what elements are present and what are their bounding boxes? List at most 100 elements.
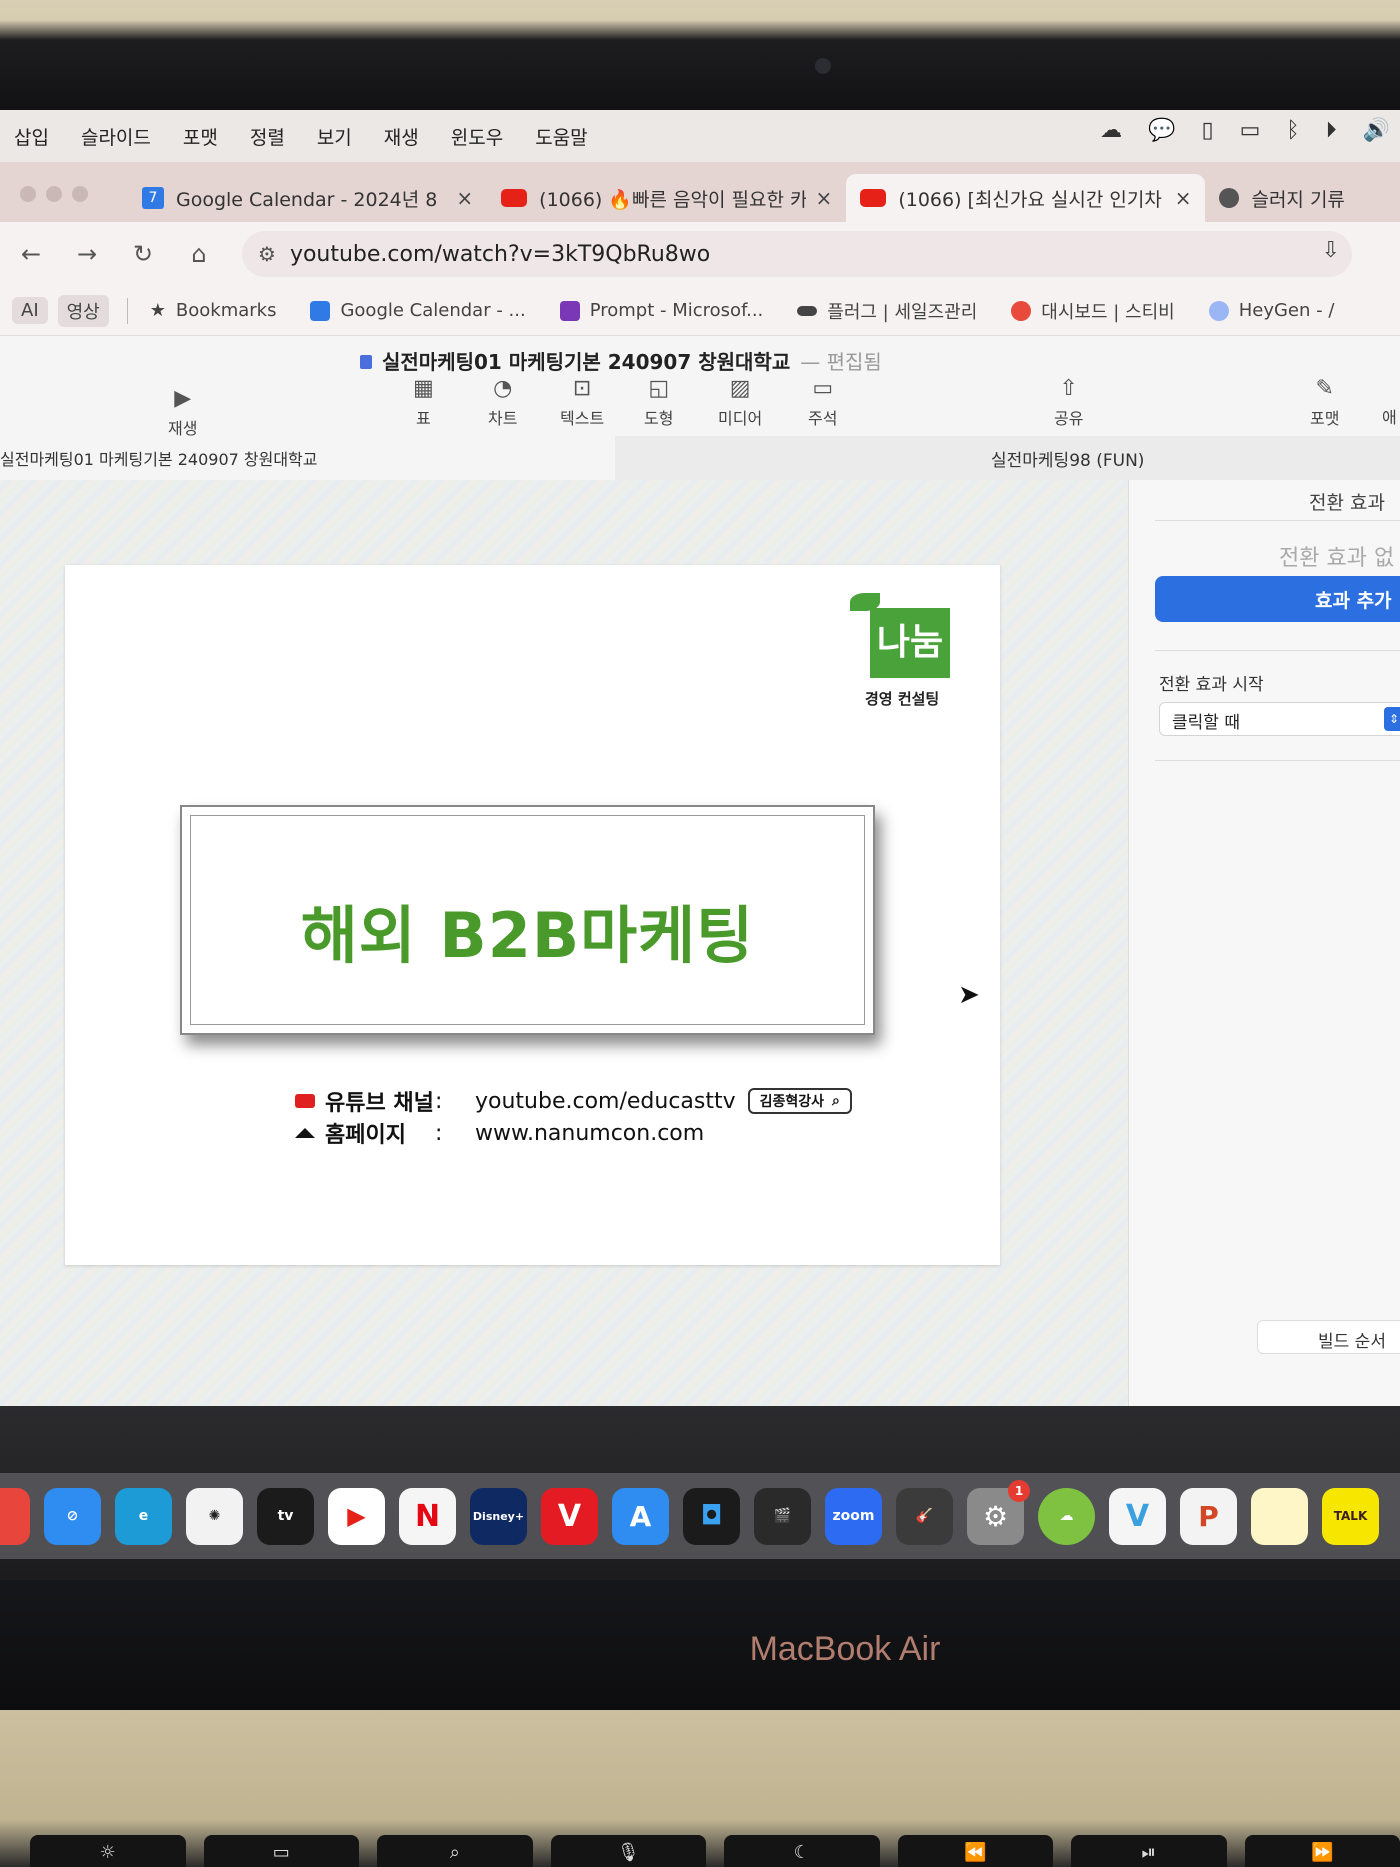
chrome-icon[interactable] bbox=[0, 1487, 30, 1545]
rewind-key-icon: ⏪ bbox=[897, 1835, 1053, 1867]
tving-icon[interactable]: V bbox=[541, 1487, 598, 1545]
display-icon[interactable]: ▭ bbox=[1240, 118, 1261, 143]
youtube-icon bbox=[501, 189, 528, 207]
reload-icon[interactable]: ↻ bbox=[130, 240, 156, 268]
format-button[interactable]: ✎ 포맷 bbox=[1310, 376, 1339, 429]
youtube-row: 유튜브 채널 : youtube.com/educasttv 김종혁강사 ⌕ bbox=[295, 1085, 852, 1117]
garageband-icon[interactable]: 🎸 bbox=[896, 1487, 953, 1545]
document-tab-current[interactable]: 실전마케팅01 마케팅기본 240907 창원대학교 bbox=[0, 436, 615, 480]
calendar-icon: 7 bbox=[142, 187, 164, 209]
youtube-icon bbox=[860, 189, 887, 207]
home-icon[interactable]: ⌂ bbox=[186, 240, 212, 268]
back-icon[interactable]: ← bbox=[18, 240, 44, 268]
share-button[interactable]: ⇧ 공유 bbox=[1054, 376, 1083, 429]
play-icon: ▶ bbox=[174, 386, 192, 411]
site-settings-icon[interactable]: ⚙ bbox=[258, 242, 276, 266]
disney-plus-icon[interactable]: Disney+ bbox=[470, 1487, 527, 1545]
text-button[interactable]: ⊡ 텍스트 bbox=[560, 376, 604, 429]
bookmark-bookmarks[interactable]: ★ Bookmarks bbox=[150, 300, 277, 321]
menu-window[interactable]: 윈도우 bbox=[451, 123, 503, 150]
chart-icon: ◔ bbox=[493, 376, 513, 401]
laptop-brand: MacBook Air bbox=[749, 1630, 941, 1668]
document-tabs: 실전마케팅01 마케팅기본 240907 창원대학교 실전마케팅98 (FUN) bbox=[0, 436, 1400, 480]
dock: ⊘ e ✺ tv ▶ N Disney+ V A ◘ 🎬 zoom 🎸 ⚙ 1 ☁… bbox=[0, 1473, 1400, 1559]
browser-tab-bar: 7 Google Calendar - 2024년 8 × (1066) 🔥빠른… bbox=[0, 162, 1400, 222]
youtube-icon[interactable]: ▶ bbox=[328, 1487, 385, 1545]
zoom-icon[interactable]: zoom bbox=[825, 1487, 882, 1545]
menu-insert[interactable]: 삽입 bbox=[14, 123, 49, 150]
close-window-icon[interactable] bbox=[20, 186, 36, 202]
table-button[interactable]: ▦ 표 bbox=[413, 376, 434, 429]
keynote-toolbar: ▶ 재생 ▦ 표 ◔ 차트 ⊡ 텍스트 ◱ 도형 ▨ 미디어 ▭ 주석 ⇧ 공유… bbox=[0, 376, 1400, 439]
forward-icon[interactable]: → bbox=[74, 240, 100, 268]
chatgpt-icon[interactable]: ✺ bbox=[186, 1487, 243, 1545]
slide[interactable]: 나눔 경영 컨설팅 해외 B2B마케팅 유튜브 채널 : youtube.com… bbox=[65, 565, 1000, 1265]
colon: : bbox=[435, 1088, 443, 1114]
tab-google-calendar[interactable]: 7 Google Calendar - 2024년 8 × bbox=[128, 174, 487, 222]
ddrive-icon[interactable]: ☁ bbox=[1038, 1487, 1095, 1545]
apple-tv-icon[interactable]: tv bbox=[257, 1487, 314, 1545]
build-order-button[interactable]: 빌드 순서 bbox=[1257, 1320, 1400, 1354]
close-icon[interactable]: × bbox=[816, 186, 833, 210]
safari-icon[interactable]: ⊘ bbox=[44, 1487, 101, 1545]
title-box[interactable]: 해외 B2B마케팅 bbox=[180, 805, 875, 1035]
contact-info: 유튜브 채널 : youtube.com/educasttv 김종혁강사 ⌕ 홈페… bbox=[295, 1085, 852, 1149]
volume-icon[interactable]: 🔊 bbox=[1363, 118, 1390, 143]
close-icon[interactable]: × bbox=[1175, 186, 1192, 210]
notes-icon[interactable] bbox=[1251, 1487, 1308, 1545]
divider bbox=[1155, 520, 1400, 521]
comment-button[interactable]: ▭ 주석 bbox=[808, 376, 837, 429]
install-app-icon[interactable]: ⇩ bbox=[1322, 238, 1340, 263]
bookmark-chip-ai[interactable]: AI bbox=[12, 297, 48, 324]
homepage-row: 홈페이지 : www.nanumcon.com bbox=[295, 1117, 852, 1149]
kakaotalk-icon[interactable]: TALK bbox=[1322, 1487, 1379, 1545]
tab-youtube-music[interactable]: (1066) 🔥빠른 음악이 필요한 카 × bbox=[487, 174, 846, 222]
media-button[interactable]: ▨ 미디어 bbox=[718, 376, 762, 429]
app-store-icon[interactable]: A bbox=[612, 1487, 669, 1545]
shape-button[interactable]: ◱ 도형 bbox=[644, 376, 673, 429]
bookmark-google-calendar[interactable]: Google Calendar - ... bbox=[310, 300, 526, 321]
chart-button[interactable]: ◔ 차트 bbox=[488, 376, 517, 429]
divider bbox=[1155, 650, 1400, 651]
menu-play[interactable]: 재생 bbox=[384, 123, 419, 150]
bookmark-chip-video[interactable]: 영상 bbox=[57, 294, 109, 327]
bluetooth-icon[interactable]: ᛒ bbox=[1286, 118, 1299, 143]
play-button[interactable]: ▶ 재생 bbox=[168, 386, 197, 439]
table-icon: ▦ bbox=[413, 376, 434, 401]
menu-view[interactable]: 보기 bbox=[317, 123, 352, 150]
inspector-header[interactable]: 전환 효과 bbox=[1309, 488, 1385, 515]
add-effect-button[interactable]: 효과 추가 bbox=[1155, 576, 1400, 622]
address-bar[interactable]: ⚙ youtube.com/watch?v=3kT9QbRu8wo bbox=[242, 231, 1352, 277]
animate-button[interactable]: 애 bbox=[1382, 404, 1397, 428]
vrew-icon[interactable]: V bbox=[1109, 1487, 1166, 1545]
chat-icon[interactable]: 💬 bbox=[1148, 118, 1175, 143]
slide-canvas[interactable]: 나눔 경영 컨설팅 해외 B2B마케팅 유튜브 채널 : youtube.com… bbox=[0, 480, 1128, 1430]
search-icon: ⌕ bbox=[832, 1093, 840, 1109]
screenshot-icon[interactable]: ◘ bbox=[683, 1487, 740, 1545]
menu-format[interactable]: 포맷 bbox=[183, 123, 218, 150]
document-tab-other[interactable]: 실전마케팅98 (FUN) bbox=[615, 436, 1400, 480]
system-settings-icon[interactable]: ⚙ 1 bbox=[967, 1479, 1030, 1545]
close-icon[interactable]: × bbox=[456, 186, 473, 210]
tab-chatgpt[interactable]: 슬러지 기류 bbox=[1205, 174, 1400, 222]
document-icon[interactable]: ▯ bbox=[1201, 118, 1213, 143]
screen: 삽입 슬라이드 포맷 정렬 보기 재생 윈도우 도움말 ☁ 💬 ▯ ▭ ᛒ ⏵ … bbox=[0, 110, 1400, 1580]
bookmark-plug[interactable]: 플러그 | 세일즈관리 bbox=[797, 298, 977, 324]
zoom-window-icon[interactable] bbox=[72, 186, 88, 202]
bookmark-prompt[interactable]: Prompt - Microsof... bbox=[559, 300, 763, 321]
edge-icon[interactable]: e bbox=[115, 1487, 172, 1545]
cloud-icon[interactable]: ☁ bbox=[1100, 118, 1122, 143]
minimize-window-icon[interactable] bbox=[46, 186, 62, 202]
play-circle-icon[interactable]: ⏵ bbox=[1326, 118, 1337, 143]
final-cut-icon[interactable]: 🎬 bbox=[754, 1487, 811, 1545]
powerpoint-icon[interactable]: P bbox=[1180, 1487, 1237, 1545]
netflix-icon[interactable]: N bbox=[399, 1487, 456, 1545]
menu-arrange[interactable]: 정렬 bbox=[250, 123, 285, 150]
bookmark-heygen[interactable]: HeyGen - / bbox=[1208, 300, 1334, 321]
browser-toolbar: ← → ↻ ⌂ ⚙ youtube.com/watch?v=3kT9QbRu8w… bbox=[0, 222, 1400, 286]
tab-youtube-chart[interactable]: (1066) [최신가요 실시간 인기차 × bbox=[846, 174, 1206, 222]
bookmark-stibee[interactable]: 대시보드 | 스티비 bbox=[1011, 298, 1175, 324]
transition-start-select[interactable]: 클릭할 때 ⇕ bbox=[1159, 702, 1400, 736]
menu-help[interactable]: 도움말 bbox=[535, 123, 587, 150]
menu-slide[interactable]: 슬라이드 bbox=[81, 123, 151, 150]
